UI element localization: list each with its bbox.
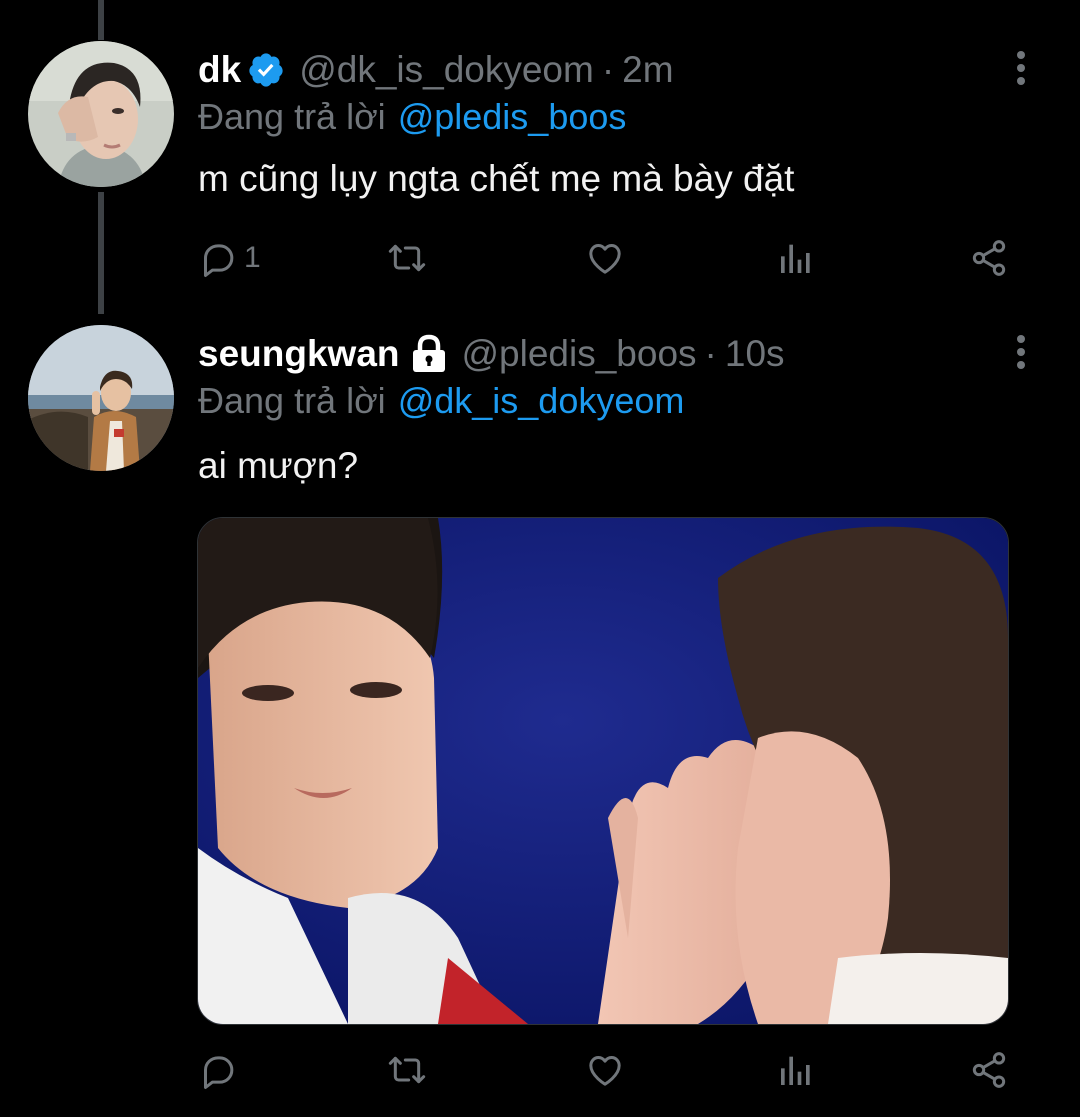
separator: ·	[704, 333, 717, 374]
tweet-photo[interactable]	[197, 517, 1009, 1025]
avatar[interactable]	[28, 325, 174, 471]
analytics-button[interactable]	[776, 1048, 816, 1092]
retweet-button[interactable]	[386, 1048, 434, 1092]
analytics-button[interactable]	[776, 236, 816, 280]
tweet-header: seungkwan @pledis_boos · 10s	[198, 332, 785, 376]
heart-icon	[584, 238, 626, 278]
display-name[interactable]: dk	[198, 48, 241, 92]
timestamp[interactable]: 2m	[622, 48, 673, 92]
reply-button[interactable]: 1	[198, 236, 261, 280]
heart-icon	[584, 1050, 626, 1090]
reply-button[interactable]	[198, 1048, 244, 1092]
like-button[interactable]	[584, 236, 632, 280]
thread-line	[98, 0, 104, 40]
reply-mention[interactable]: @dk_is_dokyeom	[398, 380, 685, 421]
tweet-text: ai mượn?	[198, 445, 359, 486]
share-icon	[968, 238, 1010, 278]
reply-prefix: Đang trả lời	[198, 380, 386, 421]
more-options-icon[interactable]	[1006, 48, 1036, 88]
reply-prefix: Đang trả lời	[198, 96, 386, 137]
handle[interactable]: @pledis_boos	[462, 332, 697, 376]
lock-icon	[410, 334, 448, 374]
display-name[interactable]: seungkwan	[198, 332, 400, 376]
more-options-icon[interactable]	[1006, 332, 1036, 372]
retweet-icon	[386, 1050, 428, 1090]
tweet-actions	[198, 1048, 1018, 1092]
timestamp[interactable]: 10s	[725, 332, 785, 376]
reply-icon	[198, 238, 238, 278]
separator: ·	[601, 49, 615, 90]
retweet-button[interactable]	[386, 236, 434, 280]
reply-mention[interactable]: @pledis_boos	[398, 96, 627, 137]
reply-context: Đang trả lời @pledis_boos	[198, 95, 626, 139]
avatar[interactable]	[28, 41, 174, 187]
tweet-actions: 1	[198, 236, 1018, 280]
thread-line	[98, 192, 104, 314]
share-button[interactable]	[968, 236, 1010, 280]
verified-icon	[247, 51, 285, 89]
retweet-icon	[386, 238, 428, 278]
handle[interactable]: @dk_is_dokyeom	[299, 48, 594, 92]
reply-icon	[198, 1050, 238, 1090]
analytics-icon	[776, 1050, 816, 1090]
like-button[interactable]	[584, 1048, 632, 1092]
share-icon	[968, 1050, 1010, 1090]
reply-context: Đang trả lời @dk_is_dokyeom	[198, 379, 684, 423]
tweet-text: m cũng lụy ngta chết mẹ mà bày đặt	[198, 158, 795, 199]
analytics-icon	[776, 238, 816, 278]
tweet-header: dk @dk_is_dokyeom · 2m	[198, 48, 674, 92]
reply-count: 1	[244, 241, 261, 274]
share-button[interactable]	[968, 1048, 1010, 1092]
